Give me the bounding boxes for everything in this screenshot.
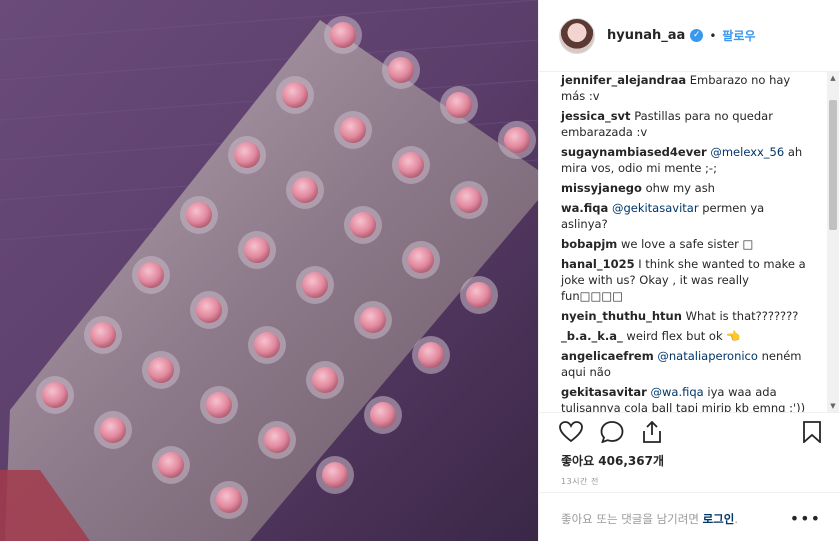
comment-item: hanal_1025 I think she wanted to make a … (561, 256, 811, 304)
pill (340, 117, 366, 143)
pill (418, 342, 444, 368)
comment-item: _b.a._k.a_ weird flex but ok 👈 (561, 328, 811, 344)
mention-link[interactable]: @gekitasavitar (612, 201, 699, 215)
pill (282, 82, 308, 108)
verified-badge-icon: ✓ (690, 29, 704, 42)
mention-link[interactable]: @nataliaperonico (657, 349, 758, 363)
pill (216, 487, 242, 513)
pill (234, 142, 260, 168)
pill (350, 212, 376, 238)
comment-username[interactable]: missyjanego (561, 181, 642, 195)
pill (446, 92, 472, 118)
share-icon[interactable] (641, 420, 663, 447)
separator: • (709, 28, 717, 43)
comment-item: gekitasavitar @wa.fiqa iya waa ada tulis… (561, 384, 811, 412)
pill (138, 262, 164, 288)
more-options-icon[interactable]: ••• (790, 509, 821, 528)
comment-username[interactable]: gekitasavitar (561, 385, 647, 399)
login-prompt-text: 좋아요 또는 댓글을 남기려면 (561, 512, 703, 526)
action-bar (539, 412, 840, 450)
pill (504, 127, 530, 153)
comments-scrollbar[interactable]: ▲ ▼ (827, 72, 839, 412)
pill (254, 332, 280, 358)
comment-item: wa.fiqa @gekitasavitar permen ya aslinya… (561, 200, 811, 232)
pill (100, 417, 126, 443)
comment-item: sugaynambiased4ever @melexx_56 ah mira v… (561, 144, 811, 176)
comment-item: bobapjm we love a safe sister □ (561, 236, 811, 252)
pill (90, 322, 116, 348)
comment-username[interactable]: wa.fiqa (561, 201, 608, 215)
post-timestamp: 13시간 전 (561, 477, 599, 486)
scroll-up-icon[interactable]: ▲ (827, 72, 839, 84)
avatar[interactable] (559, 17, 595, 54)
comment-text: we love a safe sister □ (620, 237, 754, 251)
comment-item: missyjanego ohw my ash (561, 180, 811, 196)
pill (330, 22, 356, 48)
comment-icon[interactable] (600, 421, 624, 447)
comment-username[interactable]: _b.a._k.a_ (561, 329, 623, 343)
comments-list[interactable]: jennifer_alejandraa Embarazo no hay más … (539, 72, 829, 412)
likes-count[interactable]: 좋아요 406,367개 (561, 452, 664, 469)
comment-username[interactable]: jennifer_alejandraa (561, 73, 686, 87)
comment-username[interactable]: sugaynambiased4ever (561, 145, 707, 159)
scroll-down-icon[interactable]: ▼ (827, 400, 839, 412)
pill (196, 297, 222, 323)
comment-text: weird flex but ok 👈 (626, 329, 741, 343)
login-link[interactable]: 로그인 (703, 512, 735, 526)
heart-icon[interactable] (559, 421, 583, 447)
comment-item: jessica_svt Pastillas para no quedar emb… (561, 108, 811, 140)
pill (456, 187, 482, 213)
pill (398, 152, 424, 178)
comment-username[interactable]: angelicaefrem (561, 349, 654, 363)
bookmark-icon[interactable] (803, 421, 821, 447)
comment-username[interactable]: jessica_svt (561, 109, 631, 123)
comment-item: angelicaefrem @nataliaperonico neném aqu… (561, 348, 811, 380)
pill (302, 272, 328, 298)
pill (264, 427, 290, 453)
pill (206, 392, 232, 418)
comment-username[interactable]: bobapjm (561, 237, 617, 251)
username[interactable]: hyunah_aa (607, 28, 685, 43)
pill (158, 452, 184, 478)
comment-text: ohw my ash (645, 181, 715, 195)
scroll-thumb[interactable] (829, 100, 837, 230)
follow-button[interactable]: 팔로우 (722, 27, 755, 44)
comment-item: nyein_thuthu_htun What is that??????? (561, 308, 811, 324)
pill-blister-image (0, 0, 538, 541)
login-prompt-suffix: . (734, 512, 738, 526)
login-prompt-bar: 좋아요 또는 댓글을 남기려면 로그인. ••• (539, 492, 840, 541)
pill (312, 367, 338, 393)
pill (388, 57, 414, 83)
pill (322, 462, 348, 488)
comment-text: What is that??????? (685, 309, 799, 323)
pill (408, 247, 434, 273)
pill (244, 237, 270, 263)
pill (370, 402, 396, 428)
mention-link[interactable]: @wa.fiqa (651, 385, 704, 399)
post-panel: hyunah_aa ✓ • 팔로우 jennifer_alejandraa Em… (538, 0, 840, 541)
mention-link[interactable]: @melexx_56 (710, 145, 784, 159)
comment-item: jennifer_alejandraa Embarazo no hay más … (561, 72, 811, 104)
pill (186, 202, 212, 228)
pill (42, 382, 68, 408)
pill (148, 357, 174, 383)
post-header: hyunah_aa ✓ • 팔로우 (539, 0, 840, 72)
comment-username[interactable]: nyein_thuthu_htun (561, 309, 682, 323)
comment-username[interactable]: hanal_1025 (561, 257, 635, 271)
pill (360, 307, 386, 333)
pill (466, 282, 492, 308)
pill (292, 177, 318, 203)
post-photo (0, 0, 538, 541)
